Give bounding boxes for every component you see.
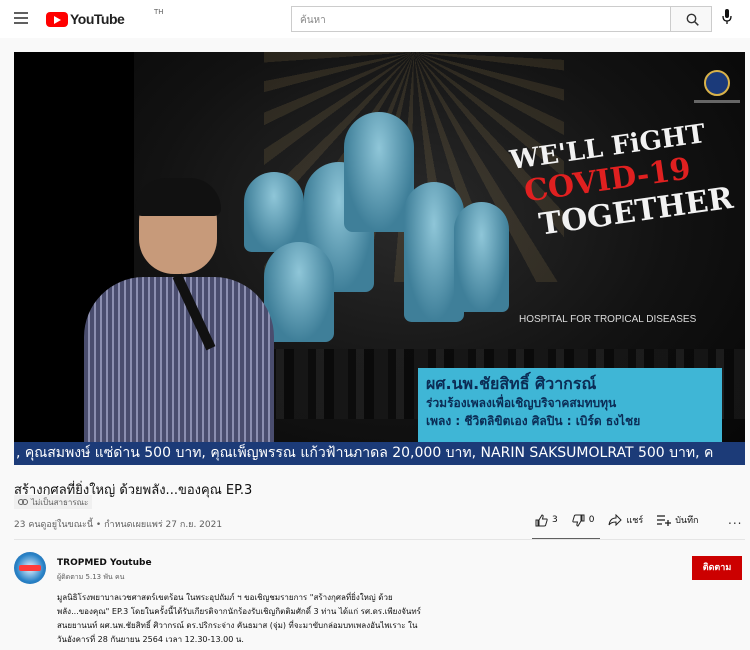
description-line: สนยยานนท์ ผศ.นพ.ชัยสิทธิ์ ศิวากรณ์ ดร.ปร…: [57, 621, 418, 630]
save-button[interactable]: บันทึก: [657, 513, 698, 527]
subscribe-button[interactable]: ติดตาม: [692, 556, 742, 580]
title-art-subtitle: HOSPITAL FOR TROPICAL DISEASES: [519, 314, 697, 325]
dislike-button[interactable]: 0: [572, 514, 595, 527]
subscriber-count: ผู้ติดตาม 5.13 พัน คน: [57, 573, 125, 581]
privacy-badge: ไม่เป็นสาธารณะ: [14, 495, 93, 509]
divider: [14, 539, 745, 540]
youtube-logo-icon: [46, 11, 68, 27]
save-playlist-icon: [657, 515, 672, 526]
seal-caption: [694, 100, 740, 103]
description-line: วันอังคารที่ 28 กันยายน 2564 เวลา 12.30-…: [57, 635, 244, 644]
channel-avatar[interactable]: [14, 552, 46, 584]
mic-icon[interactable]: [722, 9, 732, 25]
video-description: มูลนิธิโรงพยาบาลเวชศาสตร์เขตร้อน ในพระอุ…: [57, 591, 477, 647]
hospital-seal: [704, 70, 730, 96]
logo-text: YouTube: [70, 11, 125, 27]
like-icon: [535, 513, 548, 526]
save-label: บันทึก: [675, 516, 699, 526]
masthead: YouTube TH ค้นหา: [0, 0, 750, 38]
share-icon: [608, 514, 623, 526]
privacy-label: ไม่เป็นสาธารณะ: [31, 497, 89, 507]
action-bar: 3 0 แชร์ บันทึก: [535, 513, 712, 527]
video-player[interactable]: WE'LL FiGHT COVID-19 TOGETHER HOSPITAL F…: [14, 52, 745, 465]
like-button[interactable]: 3: [535, 513, 558, 527]
donation-ticker: , คุณสมพงษ์ แซ่ด่าน 500 บาท, คุณเพ็ญพรรณ…: [14, 442, 745, 465]
lower-third-caption: ผศ.นพ.ชัยสิทธิ์ ศิวากรณ์ ร่วมร้องเพลงเพื…: [418, 368, 722, 442]
caption-line3: เพลง : ชีวิตลิขิตเอง ศิลปิน : เบิร์ด ธงไ…: [426, 414, 641, 428]
link-icon: [18, 499, 28, 505]
more-actions-button[interactable]: ...: [728, 513, 742, 527]
description-line: พลัง...ของคุณ" EP.3 โดยในครั้งนี้ได้รับเ…: [57, 607, 421, 616]
like-count: 3: [552, 515, 558, 525]
video-stats: 23 คนดูอยู่ในขณะนี้ • กำหนดเผยแพร่ 27 ก.…: [14, 520, 223, 530]
youtube-logo[interactable]: YouTube TH: [46, 8, 164, 28]
logo-region: TH: [154, 8, 164, 16]
caption-line2: ร่วมร้องเพลงเพื่อเชิญบริจาคสมทบทุน: [426, 396, 617, 410]
singer-figure: [84, 178, 274, 465]
share-label: แชร์: [626, 516, 644, 526]
caption-name: ผศ.นพ.ชัยสิทธิ์ ศิวากรณ์: [426, 374, 597, 393]
search-button[interactable]: [670, 6, 712, 32]
medic-figure: [454, 202, 509, 312]
dislike-count: 0: [588, 515, 595, 525]
medic-figure: [264, 242, 334, 342]
description-line: มูลนิธิโรงพยาบาลเวชศาสตร์เขตร้อน ในพระอุ…: [57, 593, 393, 602]
share-button[interactable]: แชร์: [608, 513, 643, 527]
channel-name[interactable]: TROPMED Youtube: [57, 558, 152, 568]
search-icon: [686, 13, 699, 26]
dislike-icon: [572, 514, 585, 527]
menu-icon[interactable]: [14, 12, 28, 24]
search-input[interactable]: ค้นหา: [291, 6, 671, 32]
